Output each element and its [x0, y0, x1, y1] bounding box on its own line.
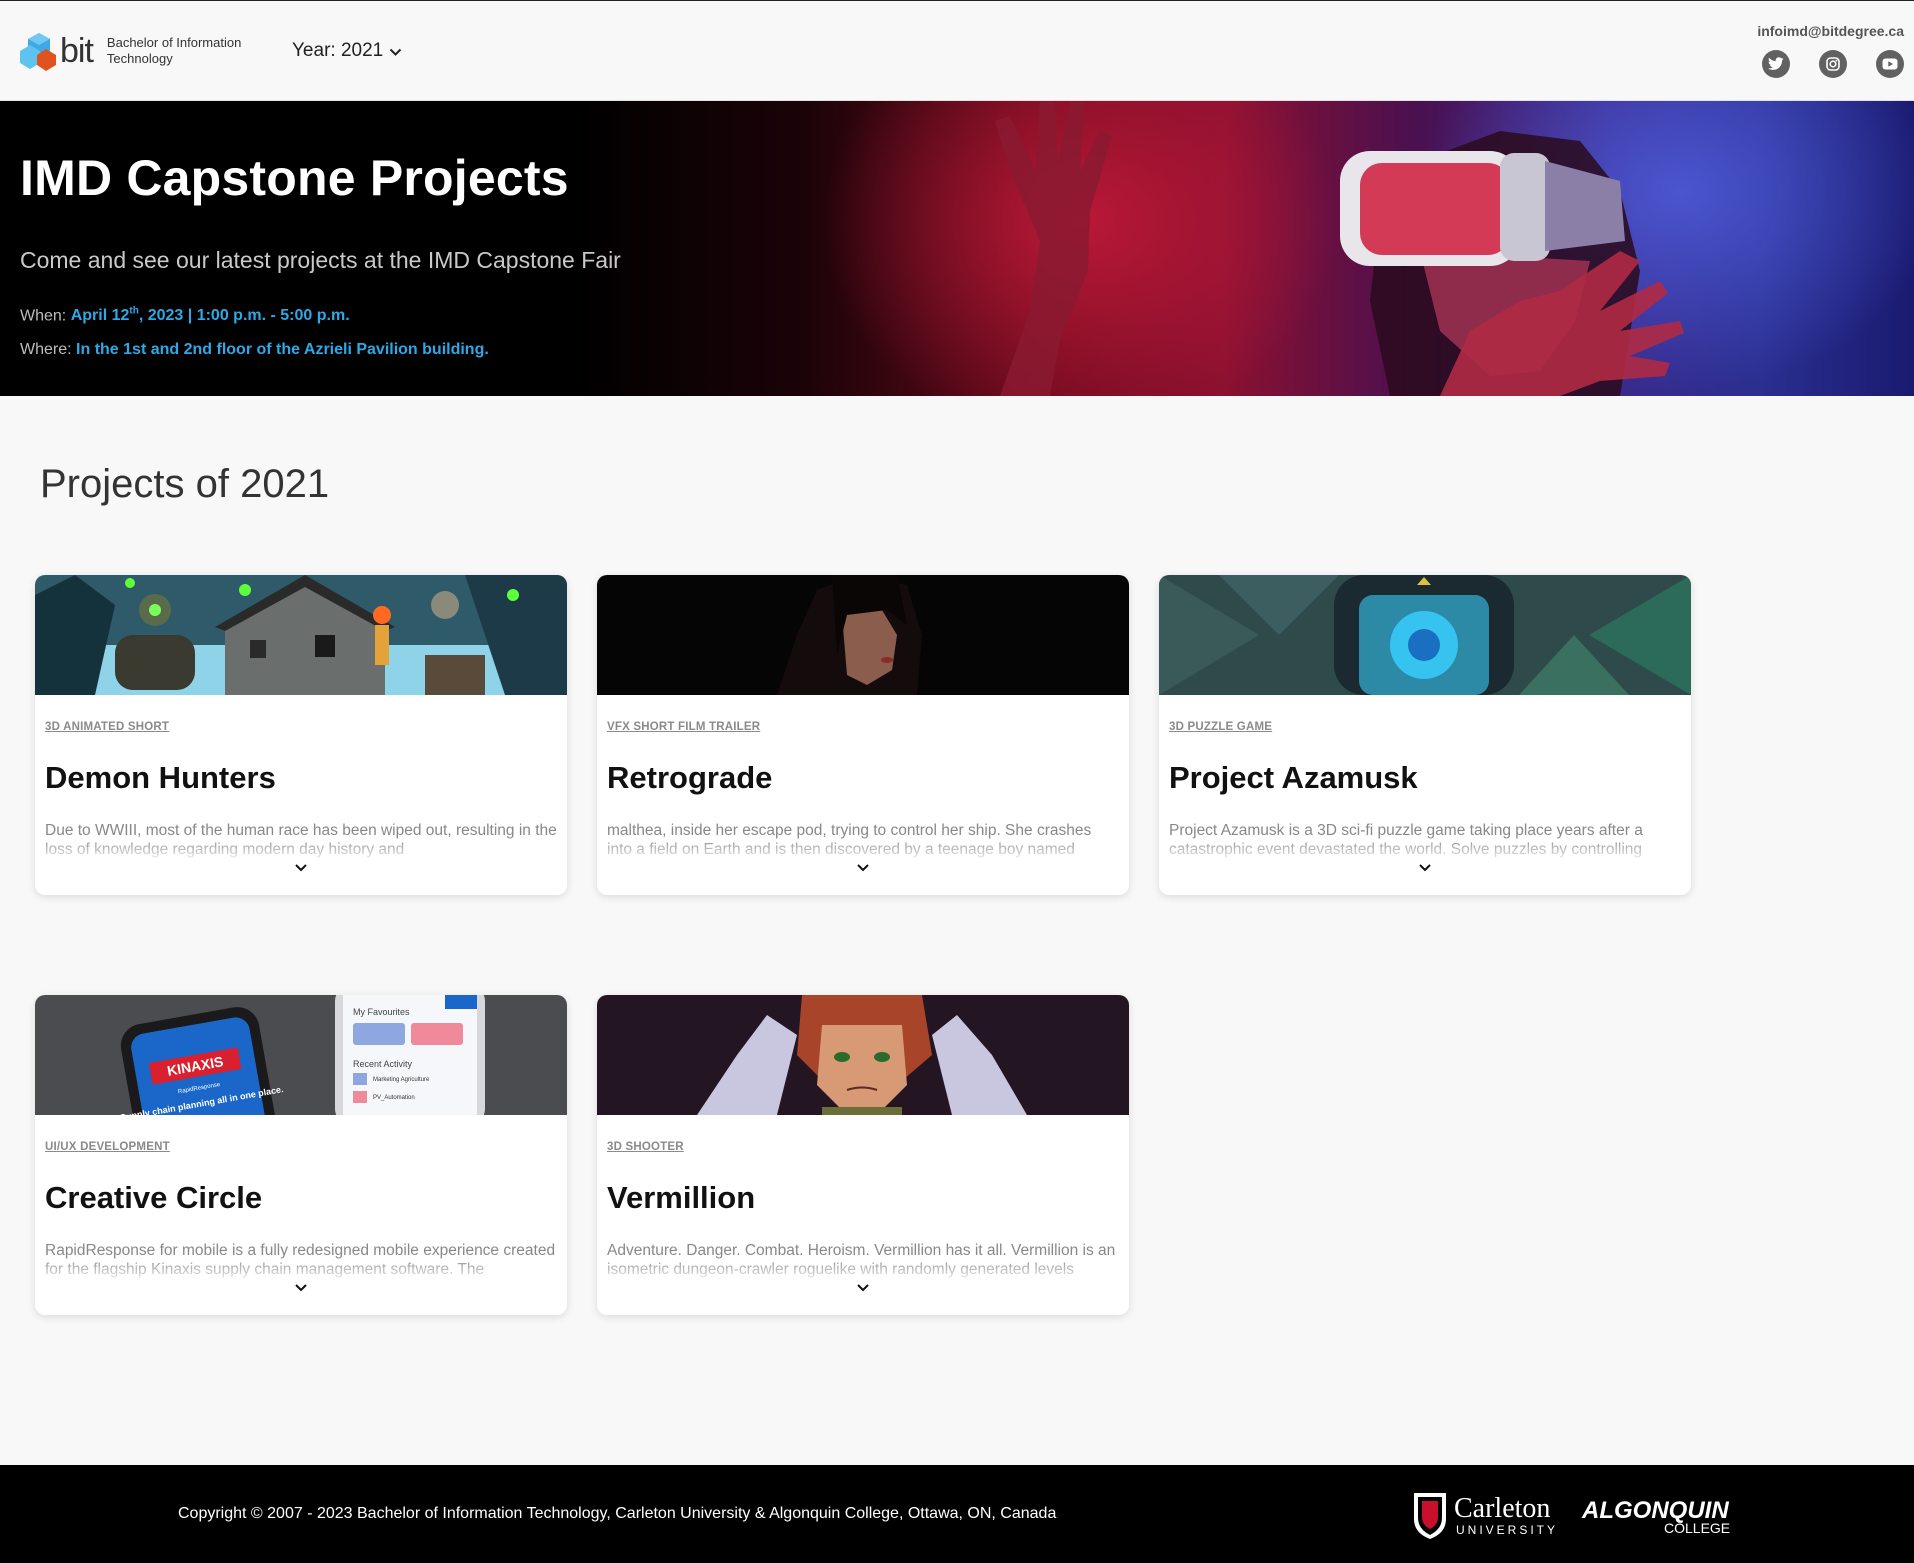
project-title: Project Azamusk: [1169, 760, 1418, 795]
event-when: When: April 12th, 2023 | 1:00 p.m. - 5:0…: [20, 306, 350, 325]
event-where-value: In the 1st and 2nd floor of the Azrieli …: [76, 341, 489, 358]
brand-tagline: Bachelor of Information Technology: [107, 35, 257, 67]
event-where-label: Where:: [20, 341, 72, 358]
project-category-link[interactable]: 3D Shooter: [607, 1141, 684, 1153]
section-title: Projects of 2021: [40, 462, 330, 506]
phone-recent-text: Recent Activity: [353, 1059, 413, 1069]
event-when-label: When:: [20, 307, 67, 325]
hero-subtitle: Come and see our latest projects at the …: [20, 247, 621, 273]
contact-email-link[interactable]: infoimd@bitdegree.ca: [1757, 23, 1904, 39]
project-category-link[interactable]: UI/UX Development: [45, 1141, 170, 1153]
event-date-suffix: th: [129, 306, 139, 317]
expand-chevron-icon[interactable]: [855, 1281, 871, 1293]
project-category-link[interactable]: 3D Animated Short: [45, 721, 169, 733]
expand-chevron-icon[interactable]: [855, 861, 871, 873]
social-links: [1757, 50, 1904, 78]
carleton-name: Carleton: [1454, 1493, 1550, 1524]
description-fade: [35, 1257, 567, 1283]
project-thumbnail: [35, 575, 567, 695]
project-category-link[interactable]: VFX Short Film Trailer: [607, 721, 760, 733]
algonquin-sub: COLLEGE: [1664, 1520, 1730, 1536]
carleton-sub: UNIVERSITY: [1456, 1523, 1558, 1537]
year-dropdown[interactable]: Year: 2021: [292, 39, 402, 63]
project-category-link[interactable]: 3D Puzzle Game: [1169, 721, 1272, 733]
site-header: bit Bachelor of Information Technology Y…: [0, 0, 1914, 101]
event-where: Where: In the 1st and 2nd floor of the A…: [20, 341, 489, 359]
brand-tagline-line1: Bachelor of Information: [106, 35, 242, 50]
expand-chevron-icon[interactable]: [293, 1281, 309, 1293]
phone-favourites-text: My Favourites: [353, 1007, 410, 1017]
event-date-day: April 12: [70, 307, 130, 325]
project-title: Demon Hunters: [45, 760, 276, 795]
project-thumbnail: [597, 575, 1129, 695]
copyright-text: Copyright © 2007 - 2023 Bachelor of Info…: [178, 1505, 1057, 1522]
bit-logo[interactable]: bit Bachelor of Information Technology: [20, 31, 257, 71]
project-card-retrograde[interactable]: VFX Short Film Trailer Retrograde malthe…: [597, 575, 1129, 895]
description-fade: [597, 1257, 1129, 1283]
project-card-vermillion[interactable]: 3D Shooter Vermillion Adventure. Danger.…: [597, 995, 1129, 1315]
project-card-project-azamusk[interactable]: 3D Puzzle Game Project Azamusk Project A…: [1159, 575, 1691, 895]
description-fade: [35, 837, 567, 863]
description-fade: [597, 837, 1129, 863]
description-fade: [1159, 837, 1691, 863]
project-title: Vermillion: [607, 1180, 756, 1215]
event-date-time: , 2023 | 1:00 p.m. - 5:00 p.m.: [138, 307, 350, 325]
project-thumbnail: [597, 995, 1129, 1115]
twitter-icon[interactable]: [1762, 50, 1790, 78]
year-dropdown-label: Year: 2021: [292, 40, 384, 61]
project-card-creative-circle[interactable]: KINAXIS RapidResponse Supply chain plann…: [35, 995, 567, 1315]
project-title: Creative Circle: [45, 1180, 263, 1215]
brand-tagline-line2: Technology: [106, 51, 173, 66]
youtube-icon[interactable]: [1876, 50, 1904, 78]
phone-item2-text: PV_Automation: [373, 1095, 415, 1101]
phone-item1-text: Marketing Agriculture: [373, 1077, 430, 1083]
project-title: Retrograde: [607, 760, 773, 795]
expand-chevron-icon[interactable]: [293, 861, 309, 873]
project-thumbnail: KINAXIS RapidResponse Supply chain plann…: [35, 995, 567, 1115]
site-footer: Copyright © 2007 - 2023 Bachelor of Info…: [0, 1465, 1914, 1563]
chevron-down-icon: [389, 41, 402, 63]
expand-chevron-icon[interactable]: [1417, 861, 1433, 873]
hero-banner: IMD Capstone Projects Come and see our l…: [0, 101, 1914, 396]
partner-logos: Carleton UNIVERSITY ALGONQUIN COLLEGE: [1414, 1493, 1730, 1539]
event-when-value: April 12th, 2023 | 1:00 p.m. - 5:00 p.m.: [70, 306, 350, 325]
bit-logo-mark: [20, 31, 58, 71]
project-thumbnail: [1159, 575, 1691, 695]
brand-word: bit: [60, 32, 94, 70]
instagram-icon[interactable]: [1819, 50, 1847, 78]
algonquin-college-logo[interactable]: ALGONQUIN COLLEGE: [1581, 1497, 1730, 1536]
carleton-university-logo[interactable]: Carleton UNIVERSITY: [1414, 1493, 1558, 1539]
project-card-demon-hunters[interactable]: 3D Animated Short Demon Hunters Due to W…: [35, 575, 567, 895]
hero-title: IMD Capstone Projects: [20, 150, 569, 206]
contact-block: infoimd@bitdegree.ca: [1757, 23, 1904, 78]
